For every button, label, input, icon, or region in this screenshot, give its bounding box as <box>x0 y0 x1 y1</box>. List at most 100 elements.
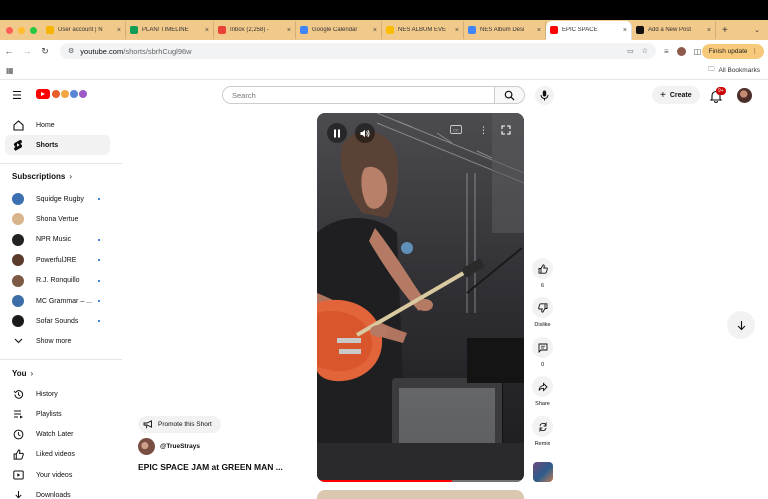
sidebar-item-label: Home <box>36 121 55 129</box>
you-title: You <box>12 369 27 378</box>
search-button[interactable] <box>495 86 525 104</box>
close-window-button[interactable] <box>6 26 13 34</box>
remix-button[interactable] <box>532 416 553 437</box>
sidebar-item-home[interactable]: Home <box>5 115 110 135</box>
browser-tab[interactable]: EPIC SPACE × <box>546 20 632 40</box>
bookmark-star-icon[interactable]: ☆ <box>642 47 648 55</box>
close-tab-icon[interactable]: × <box>707 27 711 34</box>
new-content-dot <box>98 320 100 323</box>
sidebar-item-label: Watch Later <box>36 431 74 439</box>
more-options-icon[interactable]: ⋮ <box>479 125 488 136</box>
sidebar-item-label: Shorts <box>36 141 59 149</box>
subscription-label: Shona Vertue <box>36 215 79 223</box>
search-icon <box>504 90 515 101</box>
close-tab-icon[interactable]: × <box>373 27 377 34</box>
like-button[interactable] <box>532 258 553 279</box>
search-input[interactable]: Search <box>222 86 495 104</box>
youtube-logo[interactable] <box>36 89 87 99</box>
forward-arrow-icon[interactable]: → <box>18 46 36 56</box>
next-short-preview[interactable] <box>317 490 524 499</box>
browser-tab[interactable]: NES Album Desi × <box>464 21 546 39</box>
pause-button[interactable] <box>327 123 347 143</box>
subscription-item[interactable]: Squidge Rugby <box>5 189 110 209</box>
reload-icon[interactable]: ↻ <box>36 46 54 57</box>
channel-avatar[interactable] <box>138 438 155 455</box>
channel-handle[interactable]: @TrueStrays <box>160 443 200 450</box>
playback-progress-fill <box>317 480 452 482</box>
minimize-window-button[interactable] <box>18 26 25 34</box>
new-content-dot <box>98 259 100 262</box>
sidebar-item-shorts[interactable]: Shorts <box>5 135 110 155</box>
new-tab-button[interactable]: + <box>716 25 734 36</box>
browser-tab[interactable]: NES ALBUM EVE × <box>382 21 464 39</box>
browser-tab[interactable]: Add a New Post × <box>632 21 716 39</box>
fullscreen-icon[interactable] <box>501 125 511 135</box>
voice-search-button[interactable] <box>535 86 554 105</box>
browser-tab[interactable]: PLAN/ TIMELINE × <box>126 21 214 39</box>
channel-avatar <box>12 315 24 328</box>
tab-title: NES ALBUM EVE <box>398 27 447 33</box>
subscriptions-heading[interactable]: Subscriptions › <box>12 172 72 181</box>
short-video-player[interactable]: CC ⋮ <box>317 113 524 482</box>
close-tab-icon[interactable]: × <box>287 27 291 34</box>
tab-title: Google Calendar <box>312 27 358 33</box>
extensions-icon[interactable]: ◫ <box>694 47 702 56</box>
comments-button[interactable] <box>532 337 553 358</box>
close-tab-icon[interactable]: × <box>623 27 627 34</box>
sidebar-item-clock[interactable]: Watch Later <box>5 425 110 445</box>
volume-button[interactable] <box>355 123 375 143</box>
you-heading[interactable]: You › <box>12 369 33 378</box>
short-title[interactable]: EPIC SPACE JAM at GREEN MAN ... <box>138 462 310 472</box>
back-arrow-icon[interactable]: ← <box>0 46 18 56</box>
sidebar-item-thumbs-up[interactable]: Liked videos <box>5 445 110 465</box>
next-short-button[interactable] <box>727 311 755 339</box>
menu-icon[interactable]: ☰ <box>12 89 22 102</box>
channel-avatar <box>12 295 24 307</box>
tab-search-chevron-icon[interactable]: ⌄ <box>754 26 768 34</box>
media-controls-icon[interactable]: ≡ <box>664 47 669 56</box>
subscription-item[interactable]: PowerfulJRE <box>5 250 110 270</box>
subscription-item[interactable]: R.J. Ronquillo <box>5 271 110 291</box>
profile-avatar[interactable] <box>676 46 686 56</box>
sidebar-item-playlists[interactable]: Playlists <box>5 404 110 424</box>
channel-avatar <box>12 254 24 267</box>
create-button[interactable]: + Create <box>652 86 700 104</box>
channel-avatar <box>12 233 24 246</box>
sound-thumbnail[interactable] <box>533 462 553 482</box>
share-button[interactable] <box>532 376 553 397</box>
address-bar[interactable]: ⚙ youtube.com/shorts/sbrhCugl96w ▭ ☆ <box>60 43 656 59</box>
apps-grid-icon[interactable]: ▦ <box>6 66 14 75</box>
promote-short-button[interactable]: Promote this Short <box>138 416 221 433</box>
close-tab-icon[interactable]: × <box>117 27 121 34</box>
show-more-button[interactable]: Show more <box>5 331 110 351</box>
browser-tab[interactable]: User account | N × <box>42 21 126 39</box>
close-tab-icon[interactable]: × <box>205 27 209 34</box>
browser-tab[interactable]: Google Calendar × <box>296 21 382 39</box>
download-icon <box>12 490 24 499</box>
share-action: Share <box>532 376 553 407</box>
account-avatar[interactable] <box>737 88 752 103</box>
dislike-label: Dislike <box>534 322 551 328</box>
sidebar-item-video[interactable]: Your videos <box>5 465 110 485</box>
browser-tab[interactable]: Inbox (2,258) - × <box>214 21 296 39</box>
site-info-icon[interactable]: ⚙ <box>68 47 74 55</box>
chevron-right-icon: › <box>69 172 73 181</box>
dislike-button[interactable] <box>532 297 553 318</box>
close-tab-icon[interactable]: × <box>455 27 459 34</box>
subscription-item[interactable]: MC Grammar – ... <box>5 291 110 311</box>
cast-icon[interactable]: ▭ <box>627 47 634 55</box>
playback-progress-bar[interactable] <box>317 480 524 482</box>
subscription-item[interactable]: Sofar Sounds <box>5 311 110 331</box>
subscription-item[interactable]: Shona Vertue <box>5 209 110 229</box>
close-tab-icon[interactable]: × <box>537 27 541 34</box>
maximize-window-button[interactable] <box>30 26 37 34</box>
sidebar-item-download[interactable]: Downloads <box>5 486 110 499</box>
all-bookmarks-button[interactable]: 🗀 All Bookmarks <box>708 65 760 76</box>
subscription-item[interactable]: NPR Music <box>5 230 110 250</box>
finish-update-button[interactable]: Finish update ⋮ <box>702 43 764 59</box>
remix-action: Remix <box>532 416 553 447</box>
captions-icon[interactable]: CC <box>450 125 462 134</box>
channel-avatar <box>12 193 24 205</box>
sidebar-item-history[interactable]: History <box>5 384 110 404</box>
pause-icon <box>334 129 340 137</box>
